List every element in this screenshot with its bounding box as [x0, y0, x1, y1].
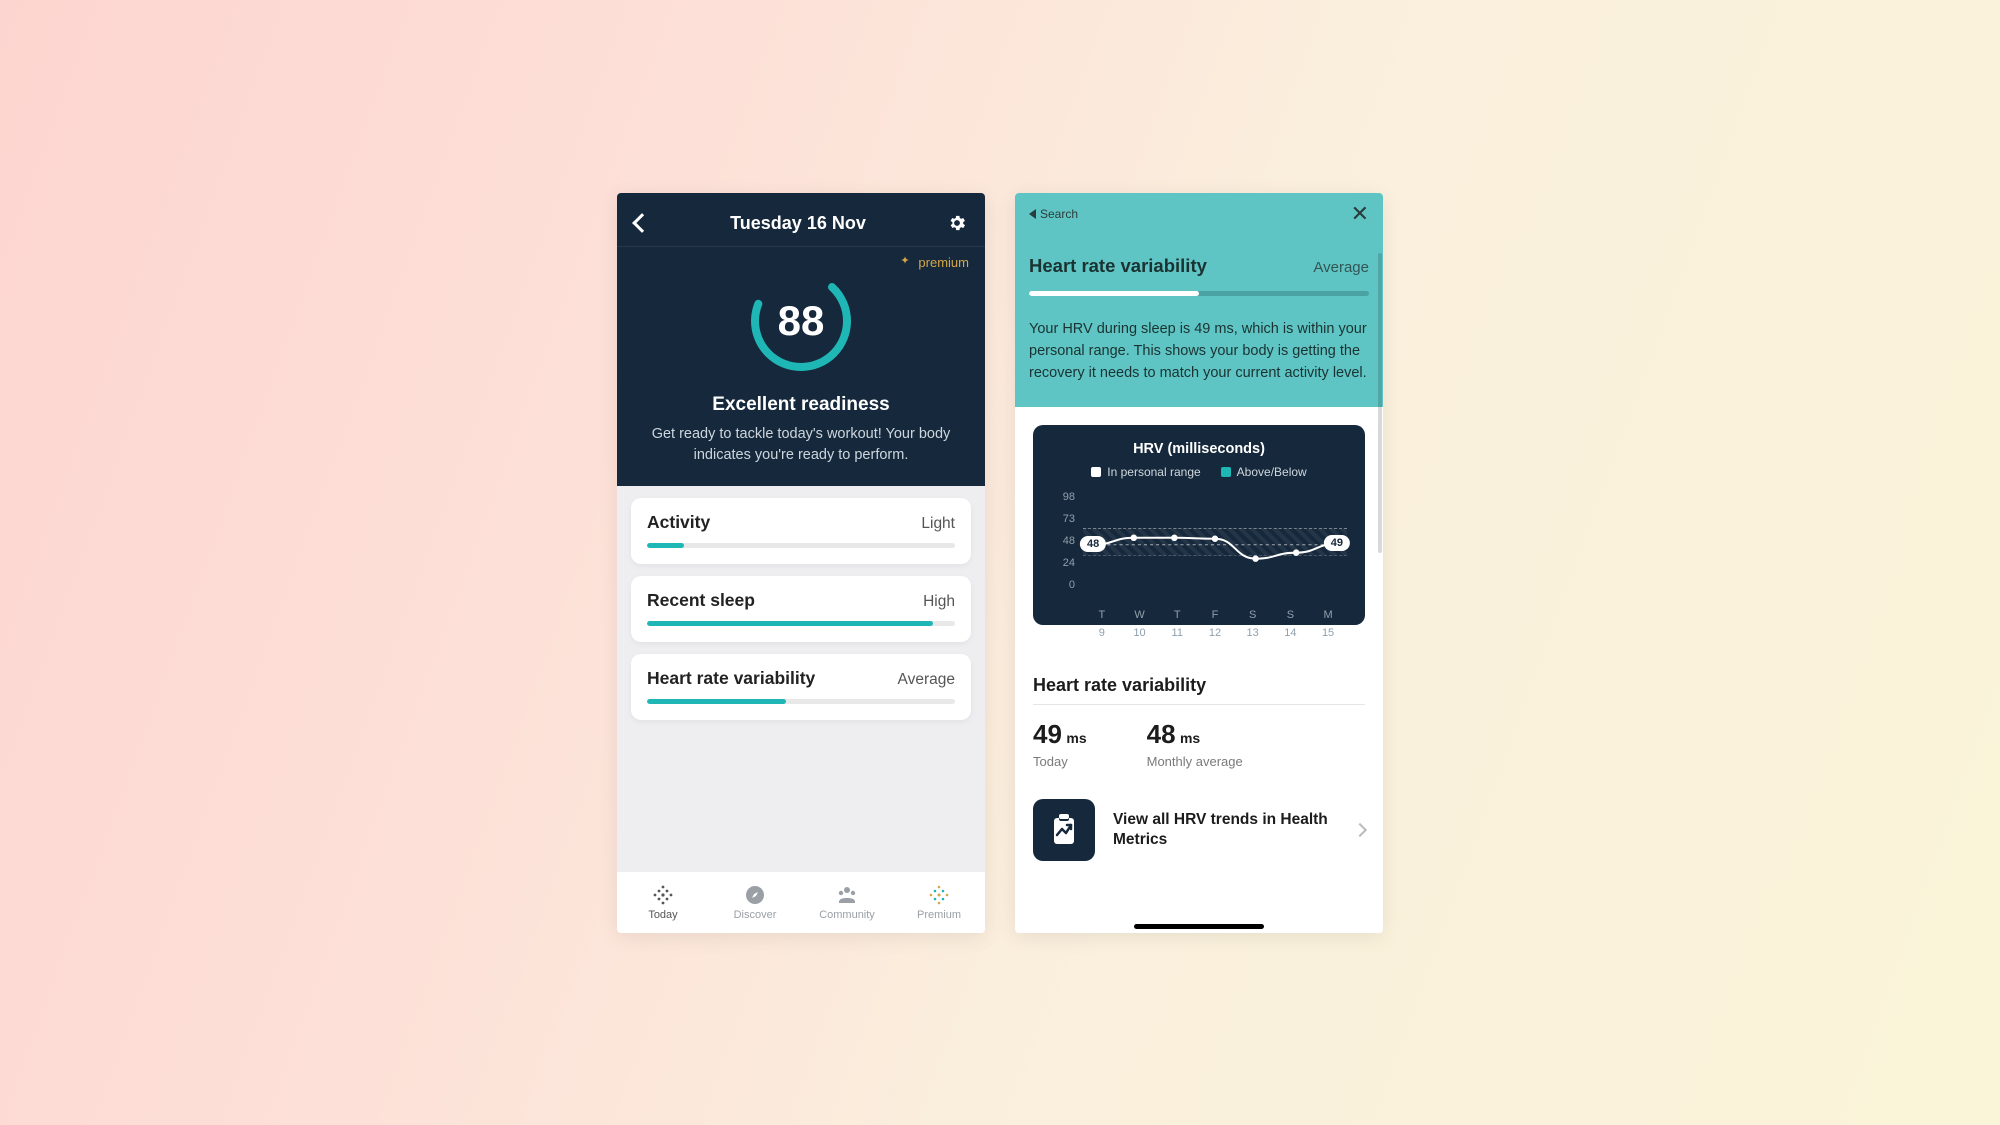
- card-value: High: [923, 593, 955, 611]
- tab-label: Today: [648, 909, 677, 921]
- hrv-detail-screen: Search ✕ Heart rate variability Average …: [1015, 193, 1383, 933]
- hrv-status: Average: [1313, 259, 1369, 276]
- metric-card[interactable]: Activity Light: [631, 498, 971, 564]
- month-label: Monthly average: [1147, 754, 1243, 769]
- tab-premium[interactable]: Premium: [893, 872, 985, 933]
- chart-title: HRV (milliseconds): [1051, 441, 1347, 457]
- metric-card[interactable]: Recent sleep High: [631, 576, 971, 642]
- back-label: Search: [1040, 207, 1078, 221]
- scroll-indicator[interactable]: [1378, 253, 1382, 553]
- start-badge: 48: [1080, 536, 1106, 552]
- hrv-progress-fill: [1029, 291, 1199, 296]
- legend-swatch-teal: [1221, 467, 1231, 477]
- diamond-dots-icon: [652, 884, 674, 906]
- status-nav: Search ✕: [1029, 201, 1369, 227]
- month-value: 48: [1147, 719, 1176, 749]
- legend-swatch-white: [1091, 467, 1101, 477]
- tab-label: Discover: [734, 909, 777, 921]
- line-svg: [1083, 495, 1347, 592]
- hrv-progress-bar: [1029, 291, 1369, 296]
- teal-header: Search ✕ Heart rate variability Average …: [1015, 193, 1383, 407]
- back-triangle-icon: [1029, 209, 1036, 219]
- nav-bar: Tuesday 16 Nov: [617, 205, 985, 247]
- legend-item-above: Above/Below: [1221, 465, 1307, 479]
- metric-cards: Activity Light Recent sleep High Heart rate …: [617, 486, 985, 871]
- chart-plot: 987348240 48 49 T9W10T11F12S13S14M15: [1077, 491, 1347, 611]
- people-icon: [836, 884, 858, 906]
- content-area: HRV (milliseconds) In personal range Abo…: [1015, 407, 1383, 933]
- compass-icon: [744, 884, 766, 906]
- nav-title: Tuesday 16 Nov: [649, 213, 947, 234]
- stat-today: 49 ms Today: [1033, 719, 1087, 769]
- sparkle-icon: [928, 884, 950, 906]
- plot-area: 48 49: [1083, 495, 1347, 591]
- home-indicator[interactable]: [1134, 924, 1264, 929]
- tab-community[interactable]: Community: [801, 872, 893, 933]
- readiness-title: Excellent readiness: [712, 394, 889, 416]
- hrv-title: Heart rate variability: [1029, 255, 1207, 277]
- today-unit: ms: [1066, 730, 1086, 746]
- metric-card[interactable]: Heart rate variability Average: [631, 654, 971, 720]
- premium-label: premium: [918, 255, 969, 270]
- back-to-search[interactable]: Search: [1029, 207, 1078, 221]
- month-unit: ms: [1180, 730, 1200, 746]
- trend-text: View all HRV trends in Health Metrics: [1113, 810, 1337, 850]
- card-title: Recent sleep: [647, 590, 755, 611]
- y-axis: 987348240: [1051, 491, 1075, 591]
- tab-label: Community: [819, 909, 875, 921]
- hrv-description: Your HRV during sleep is 49 ms, which is…: [1029, 318, 1369, 385]
- readiness-screen: Tuesday 16 Nov premium 88 Excellent read…: [617, 193, 985, 933]
- tab-discover[interactable]: Discover: [709, 872, 801, 933]
- section-title: Heart rate variability: [1033, 675, 1365, 696]
- card-value: Average: [898, 671, 955, 689]
- tab-today[interactable]: Today: [617, 872, 709, 933]
- premium-icon: [900, 256, 912, 268]
- card-title: Activity: [647, 512, 710, 533]
- readiness-score: 88 Excellent readiness Get ready to tack…: [617, 270, 985, 486]
- today-value: 49: [1033, 719, 1062, 749]
- hrv-header-row: Heart rate variability Average: [1029, 255, 1369, 277]
- card-bar: [647, 543, 955, 548]
- chart-legend: In personal range Above/Below: [1051, 465, 1347, 479]
- card-bar-fill: [647, 699, 786, 704]
- legend-item-personal: In personal range: [1091, 465, 1200, 479]
- dark-header: Tuesday 16 Nov premium 88 Excellent read…: [617, 193, 985, 486]
- x-axis: T9W10T11F12S13S14M15: [1083, 609, 1347, 639]
- readiness-subtitle: Get ready to tackle today's workout! You…: [637, 424, 965, 466]
- stats-row: 49 ms Today 48 ms Monthly average: [1033, 719, 1365, 769]
- stat-monthly: 48 ms Monthly average: [1147, 719, 1243, 769]
- card-bar-fill: [647, 543, 684, 548]
- score-gauge: 88: [746, 266, 856, 376]
- divider: [1033, 704, 1365, 705]
- today-label: Today: [1033, 754, 1087, 769]
- card-bar: [647, 621, 955, 626]
- end-badge: 49: [1324, 535, 1350, 551]
- clipboard-chart-icon: [1033, 799, 1095, 861]
- tab-label: Premium: [917, 909, 961, 921]
- tab-bar: Today Discover Community Premium: [617, 871, 985, 933]
- card-bar: [647, 699, 955, 704]
- card-value: Light: [921, 515, 955, 533]
- card-bar-fill: [647, 621, 933, 626]
- chevron-right-icon: [1353, 823, 1367, 837]
- view-trends-button[interactable]: View all HRV trends in Health Metrics: [1033, 795, 1365, 865]
- hrv-chart-card: HRV (milliseconds) In personal range Abo…: [1033, 425, 1365, 625]
- gear-icon[interactable]: [947, 213, 967, 233]
- close-icon[interactable]: ✕: [1351, 201, 1369, 227]
- card-title: Heart rate variability: [647, 668, 815, 689]
